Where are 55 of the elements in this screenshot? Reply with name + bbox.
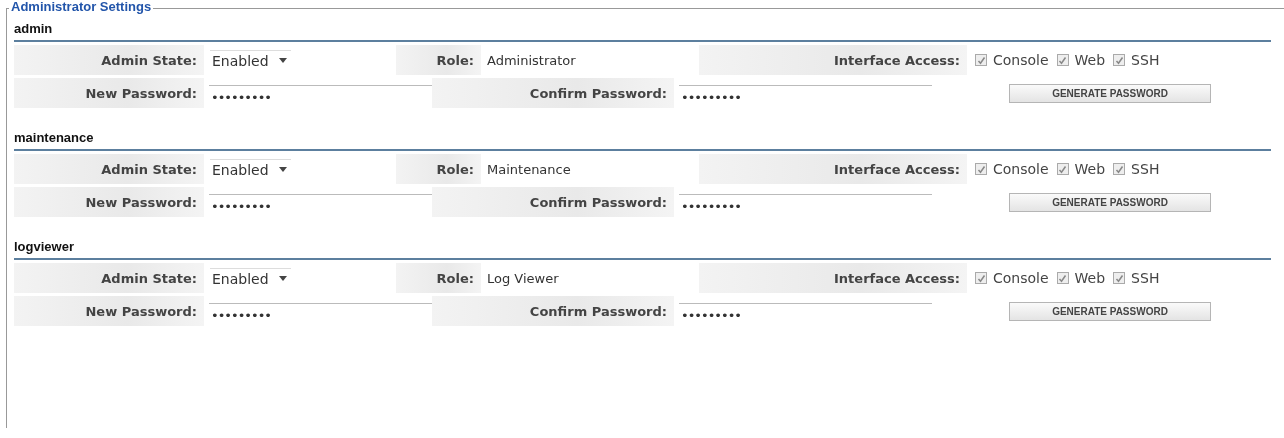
section-header: maintenance: [14, 130, 1271, 151]
section-header: admin: [14, 21, 1271, 42]
password-field[interactable]: •••••••••: [679, 303, 932, 327]
field-label: Admin State:: [101, 161, 197, 177]
caret-icon: [278, 167, 287, 172]
checkbox[interactable]: [1056, 163, 1069, 175]
checkbox[interactable]: [1113, 54, 1126, 66]
checkbox[interactable]: [1056, 272, 1069, 284]
checkbox-label: SSH: [1131, 270, 1160, 286]
generate-password-button[interactable]: GENERATE PASSWORD: [1009, 83, 1211, 103]
field-label: Confirm Password:: [529, 303, 667, 319]
checkbox-label: SSH: [1131, 161, 1160, 177]
checkbox[interactable]: [975, 54, 987, 66]
checkbox-label: Web: [1074, 270, 1106, 286]
field-label: New Password:: [85, 303, 197, 319]
password-field[interactable]: •••••••••: [209, 194, 432, 218]
generate-password-button[interactable]: GENERATE PASSWORD: [1009, 192, 1211, 212]
caret-icon: [278, 58, 287, 63]
generate-password-button[interactable]: GENERATE PASSWORD: [1009, 301, 1211, 321]
checkbox-label: Web: [1074, 52, 1106, 68]
field-label: Admin State:: [101, 52, 197, 68]
checkbox-label: Console: [993, 161, 1049, 177]
password-field[interactable]: •••••••••: [679, 194, 932, 218]
field-label: Interface Access:: [834, 270, 960, 286]
field-label: Role:: [436, 161, 474, 177]
field-label: Interface Access:: [834, 161, 960, 177]
role-value: Log Viewer: [487, 270, 559, 286]
checkbox[interactable]: [1113, 272, 1126, 284]
admin-state-dropdown[interactable]: Enabled: [210, 49, 291, 71]
field-label: New Password:: [85, 85, 197, 101]
checkbox[interactable]: [975, 163, 987, 175]
checkbox[interactable]: [1056, 54, 1069, 66]
admin-state-dropdown[interactable]: Enabled: [210, 267, 291, 289]
field-label: Confirm Password:: [529, 85, 667, 101]
caret-icon: [278, 276, 287, 281]
fieldset-legend: Administrator Settings: [9, 0, 154, 14]
password-field[interactable]: •••••••••: [679, 85, 932, 109]
field-label: Confirm Password:: [529, 194, 667, 210]
field-label: Interface Access:: [834, 52, 960, 68]
checkbox-label: Console: [993, 270, 1049, 286]
checkbox-label: Web: [1074, 161, 1106, 177]
section-header: logviewer: [14, 239, 1271, 260]
checkbox[interactable]: [975, 272, 987, 284]
checkbox-label: SSH: [1131, 52, 1160, 68]
field-label: New Password:: [85, 194, 197, 210]
admin-state-dropdown[interactable]: Enabled: [210, 158, 291, 180]
password-field[interactable]: •••••••••: [209, 303, 432, 327]
checkbox[interactable]: [1113, 163, 1126, 175]
role-value: Administrator: [487, 52, 576, 68]
field-label: Admin State:: [101, 270, 197, 286]
password-field[interactable]: •••••••••: [209, 85, 432, 109]
checkbox-label: Console: [993, 52, 1049, 68]
field-label: Role:: [436, 270, 474, 286]
role-value: Maintenance: [487, 161, 571, 177]
field-label: Role:: [436, 52, 474, 68]
